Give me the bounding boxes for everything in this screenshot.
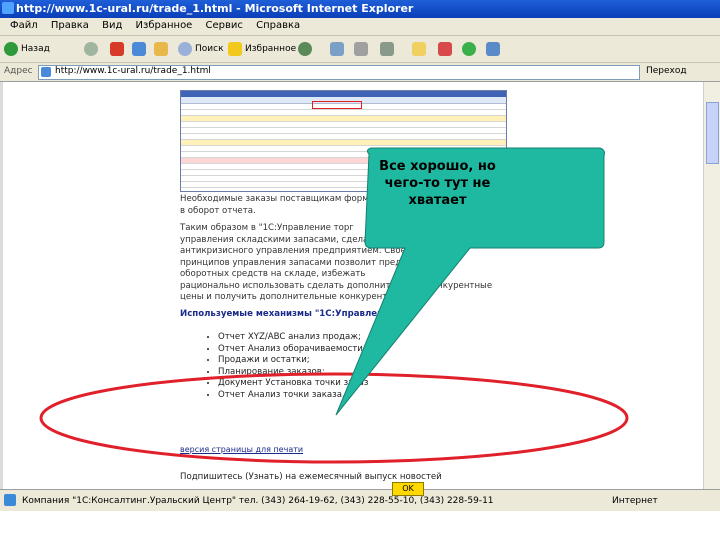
window-titlebar: http://www.1c-ural.ru/trade_1.html - Mic… (0, 0, 720, 18)
vertical-scrollbar[interactable] (703, 82, 720, 489)
highlighted-field (312, 101, 362, 109)
text-line: в оборот отчета. (180, 205, 256, 216)
text-line: принципов управления запасами позволит п… (180, 257, 402, 268)
favorites-button[interactable]: Избранное (228, 40, 296, 58)
menu-favorites[interactable]: Избранное (136, 20, 193, 31)
page-icon (41, 67, 51, 77)
address-label: Адрес (4, 66, 33, 76)
mechanisms-heading: Используемые механизмы "1С:Управление (180, 309, 395, 319)
media-icon (298, 42, 312, 56)
discuss-icon (486, 42, 500, 56)
status-bar: Компания "1С:Консалтинг.Уральский Центр"… (0, 482, 720, 512)
internet-zone-label: Интернет (612, 496, 658, 506)
printer-icon (354, 42, 368, 56)
print-version-link[interactable]: версия страницы для печати (180, 445, 303, 454)
print-button[interactable] (354, 40, 368, 58)
text-line: цены и получить дополнительные конкурент… (180, 292, 405, 302)
search-icon (178, 42, 192, 56)
subscribe-line: Подпишитесь (Узнать) на ежемесячный выпу… (180, 472, 442, 482)
paragraph-needed-orders: Необходимые заказы поставщикам форм в об… (180, 194, 369, 217)
window-title: http://www.1c-ural.ru/trade_1.html - Mic… (16, 2, 414, 15)
menu-bar: Файл Правка Вид Избранное Сервис Справка (0, 18, 720, 36)
menu-help[interactable]: Справка (256, 20, 300, 31)
mechanisms-list: Отчет XYZ/ABC анализ продаж; Отчет Анали… (204, 332, 381, 401)
research-button[interactable] (438, 40, 452, 58)
stop-icon (110, 42, 124, 56)
list-item: Отчет XYZ/ABC анализ продаж; (218, 332, 381, 344)
page-status-icon (4, 494, 16, 506)
forward-arrow-icon (84, 42, 98, 56)
scrollbar-thumb[interactable] (706, 102, 719, 164)
text-line: Необходимые заказы поставщикам форм (180, 194, 369, 204)
list-item: Отчет Анализ оборачиваемости тов (218, 344, 381, 356)
address-bar: Адрес http://www.1c-ural.ru/trade_1.html… (0, 63, 720, 82)
folder-button[interactable] (412, 40, 426, 58)
list-item: Планирование заказов; (218, 367, 381, 379)
star-icon (228, 42, 242, 56)
edit-button[interactable] (380, 40, 394, 58)
forward-button[interactable] (84, 40, 98, 58)
refresh-icon (132, 42, 146, 56)
messenger-icon (462, 42, 476, 56)
home-button[interactable] (154, 40, 168, 58)
menu-edit[interactable]: Правка (51, 20, 89, 31)
back-arrow-icon (4, 42, 18, 56)
list-item: Отчет Анализ точки заказа. (218, 390, 381, 402)
address-url: http://www.1c-ural.ru/trade_1.html (55, 66, 211, 76)
callout-text: Все хорошо, но чего-то тут не хватает (379, 159, 496, 208)
favorites-label: Избранное (245, 44, 297, 54)
search-button[interactable]: Поиск (178, 40, 224, 58)
discuss-button[interactable] (486, 40, 500, 58)
text-line: оборотных средств на складе, избежать (180, 269, 366, 279)
media-button[interactable] (298, 40, 312, 58)
stop-button[interactable] (110, 40, 124, 58)
internet-explorer-icon (2, 2, 14, 14)
menu-view[interactable]: Вид (102, 20, 122, 31)
research-icon (438, 42, 452, 56)
edit-icon (380, 42, 394, 56)
standard-toolbar: Назад Поиск Избранное (0, 36, 720, 63)
back-label: Назад (21, 44, 50, 54)
list-item: Документ Установка точки заказ (218, 378, 381, 390)
messenger-button[interactable] (462, 40, 476, 58)
address-input[interactable]: http://www.1c-ural.ru/trade_1.html (38, 65, 640, 80)
mail-icon (330, 42, 344, 56)
menu-file[interactable]: Файл (10, 20, 38, 31)
refresh-button[interactable] (132, 40, 146, 58)
list-item: Продажи и остатки; (218, 355, 381, 367)
slide-bottom-margin (0, 511, 720, 540)
page-content: Необходимые заказы поставщикам форм в об… (0, 82, 720, 489)
text-line: рационально использовать сделать дополни… (180, 280, 493, 291)
back-button[interactable]: Назад (4, 40, 50, 58)
status-company-text: Компания "1С:Консалтинг.Уральский Центр"… (22, 496, 494, 506)
folder-icon (412, 42, 426, 56)
go-button[interactable]: Переход (646, 66, 687, 76)
left-frame-edge (0, 82, 3, 489)
menu-tools[interactable]: Сервис (206, 20, 243, 31)
home-icon (154, 42, 168, 56)
search-label: Поиск (195, 44, 224, 54)
mail-button[interactable] (330, 40, 344, 58)
ok-button[interactable]: OK (392, 482, 424, 496)
